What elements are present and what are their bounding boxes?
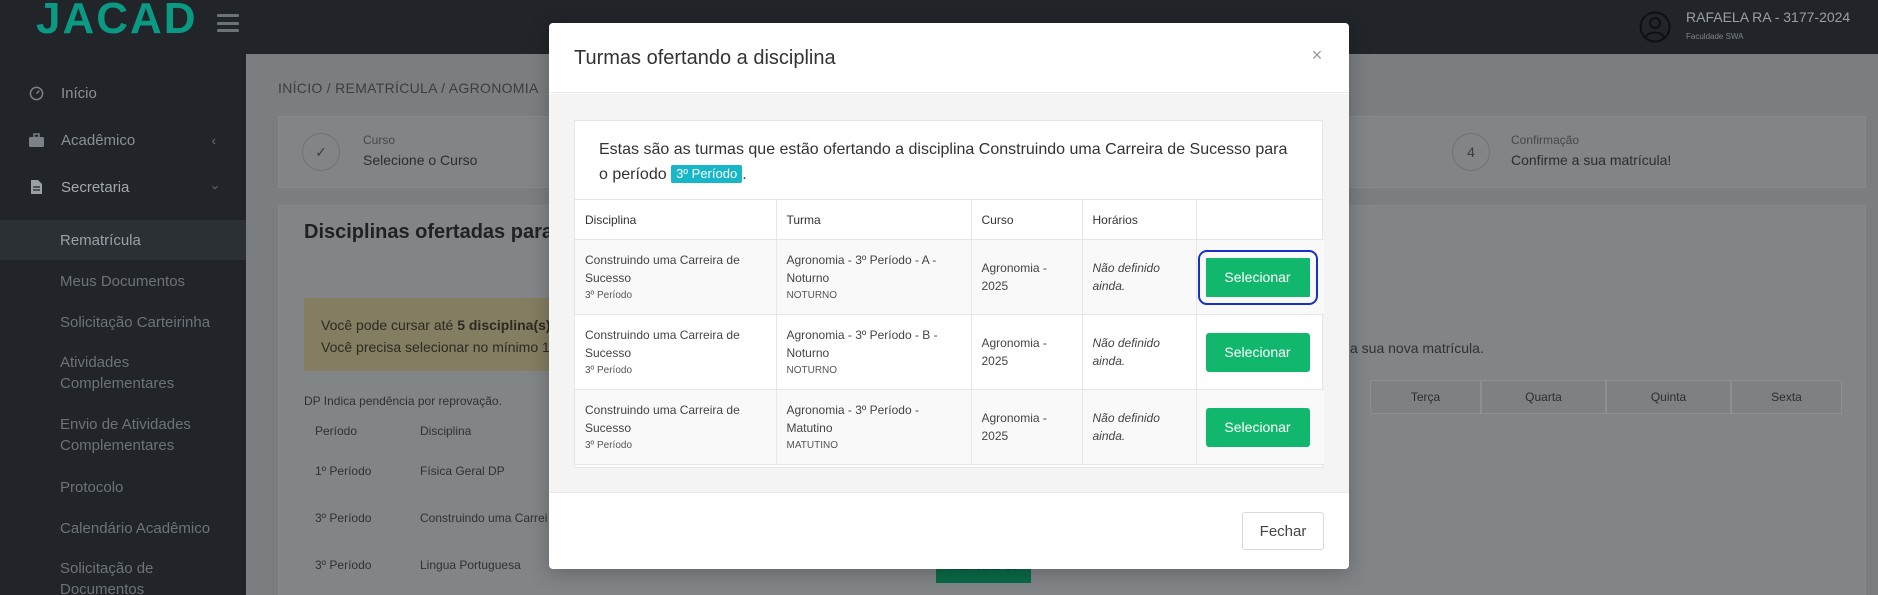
sidebar-item-inicio[interactable]: Início [0,73,246,113]
day-header: Terça [1370,380,1481,414]
jacad-logo[interactable]: JACAD [36,0,198,44]
cell-turma: Agronomia - 3º Período - B - Noturno NOTU… [776,314,972,390]
sidebar-header: JACAD [0,0,246,54]
step-number: 4 [1452,133,1490,171]
breadcrumb: INÍCIO / REMATRÍCULA / AGRONOMIA [278,80,539,96]
cell-horarios: Não definido ainda. [1082,239,1197,315]
document-icon [27,178,45,196]
sidebar-subitem-meus-documentos[interactable]: Meus Documentos [0,271,246,292]
user-avatar-icon[interactable] [1639,11,1671,43]
fechar-button[interactable]: Fechar [1242,512,1324,550]
sidebar-item-secretaria[interactable]: Secretaria ‹ [0,167,246,207]
day-header: Sexta [1731,380,1842,414]
step-value: Confirme a sua matrícula! [1511,152,1672,168]
sidebar-subitem-calendario[interactable]: Calendário Acadêmico [0,518,246,539]
turmas-modal: Turmas ofertando a disciplina × Estas sã… [549,23,1349,569]
column-header-turma: Turma [776,199,972,240]
selecionar-button[interactable]: Selecionar [1205,407,1310,447]
sidebar: JACAD Início Acadêmico ‹ Secretaria ‹ Re… [0,0,246,595]
step-value: Selecione o Curso [363,152,478,168]
cell-horarios: Não definido ainda. [1082,314,1197,390]
intro-text: Estas são as turmas que estão ofertando … [599,141,1288,183]
selecionar-button[interactable]: Selecionar [1197,249,1318,305]
cell-turma: Agronomia - 3º Período - Matutino MATUTIN… [776,389,972,465]
column-header-curso: Curso [971,199,1083,240]
alert-line: Você precisa selecionar no mínimo 1 [321,339,550,355]
cell-action: Selecionar [1196,314,1324,390]
modal-header: Turmas ofertando a disciplina × [549,23,1349,93]
menu-toggle-icon[interactable] [217,14,239,32]
periodo-badge: 3º Período [671,165,743,183]
cell-disciplina: Construindo uma Carreira de Sucesso 3º Pe… [575,389,777,465]
table-header-row: Disciplina Turma Curso Horários [575,199,1324,240]
step-label: Curso [363,133,396,147]
close-icon[interactable]: × [1309,46,1325,64]
column-header-horarios: Horários [1082,199,1197,240]
sidebar-item-label: Início [61,84,97,102]
sidebar-subitem-rematricula[interactable]: Rematrícula [0,220,246,260]
sidebar-item-label: Acadêmico [61,131,136,149]
cell-action: Selecionar [1196,239,1324,315]
cell-curso: Agronomia - 2025 [971,239,1083,315]
table-row: Construindo uma Carreira de Sucesso 3º Pe… [575,239,1324,315]
chevron-left-icon: ‹ [211,132,216,148]
sidebar-subitem-solicitacao-carteirinha[interactable]: Solicitação Carteirinha [0,312,246,333]
cell-disciplina: Construindo uma Carreira de Sucesso 3º Pe… [575,314,777,390]
sidebar-subitem-solicitacao-documentos[interactable]: Solicitação de Documentos [0,558,200,595]
alert-box [304,298,564,371]
cell-curso: Agronomia - 2025 [971,389,1083,465]
dp-note: DP Indica pendência por reprovação. [304,394,502,408]
briefcase-icon [27,131,45,149]
info-text: a sua nova matrícula. [1350,340,1484,356]
column-header-action [1196,199,1324,240]
chevron-down-icon: ‹ [206,184,222,190]
cell-turma: Agronomia - 3º Período - A - Noturno NOTU… [776,239,972,315]
user-organization: Faculdade SWA [1686,32,1744,41]
column-header-disciplina: Disciplina [575,199,777,240]
modal-title: Turmas ofertando a disciplina [574,47,836,69]
sidebar-item-academico[interactable]: Acadêmico ‹ [0,120,246,160]
cell-action: Selecionar [1196,389,1324,465]
cell-disciplina: Construindo uma Carreira de Sucesso 3º Pe… [575,239,777,315]
selecionar-button[interactable]: Selecionar [1205,332,1310,372]
modal-footer: Fechar [549,492,1349,569]
turmas-panel: Estas são as turmas que estão ofertando … [574,120,1324,468]
sidebar-subitem-envio-atividades[interactable]: Envio de Atividades Complementares [0,414,220,456]
cell-curso: Agronomia - 2025 [971,314,1083,390]
user-name[interactable]: RAFAELA RA - 3177-2024 [1686,9,1850,25]
step-label: Confirmação [1511,133,1580,147]
day-header: Quinta [1606,380,1731,414]
turmas-table: Disciplina Turma Curso Horários Construi… [575,199,1324,465]
check-icon: ✓ [302,133,340,171]
section-title: Disciplinas ofertadas para [304,221,553,243]
table-row: Construindo uma Carreira de Sucesso 3º Pe… [575,314,1324,390]
cell-horarios: Não definido ainda. [1082,389,1197,465]
dashboard-icon [27,84,45,102]
alert-line: Você pode cursar até 5 disciplina(s) [321,317,551,333]
sidebar-subitem-atividades-complementares[interactable]: Atividades Complementares [0,352,220,394]
sidebar-subitem-protocolo[interactable]: Protocolo [0,477,246,498]
sidebar-item-label: Secretaria [61,178,130,196]
table-row: Construindo uma Carreira de Sucesso 3º Pe… [575,389,1324,465]
day-header: Quarta [1481,380,1606,414]
